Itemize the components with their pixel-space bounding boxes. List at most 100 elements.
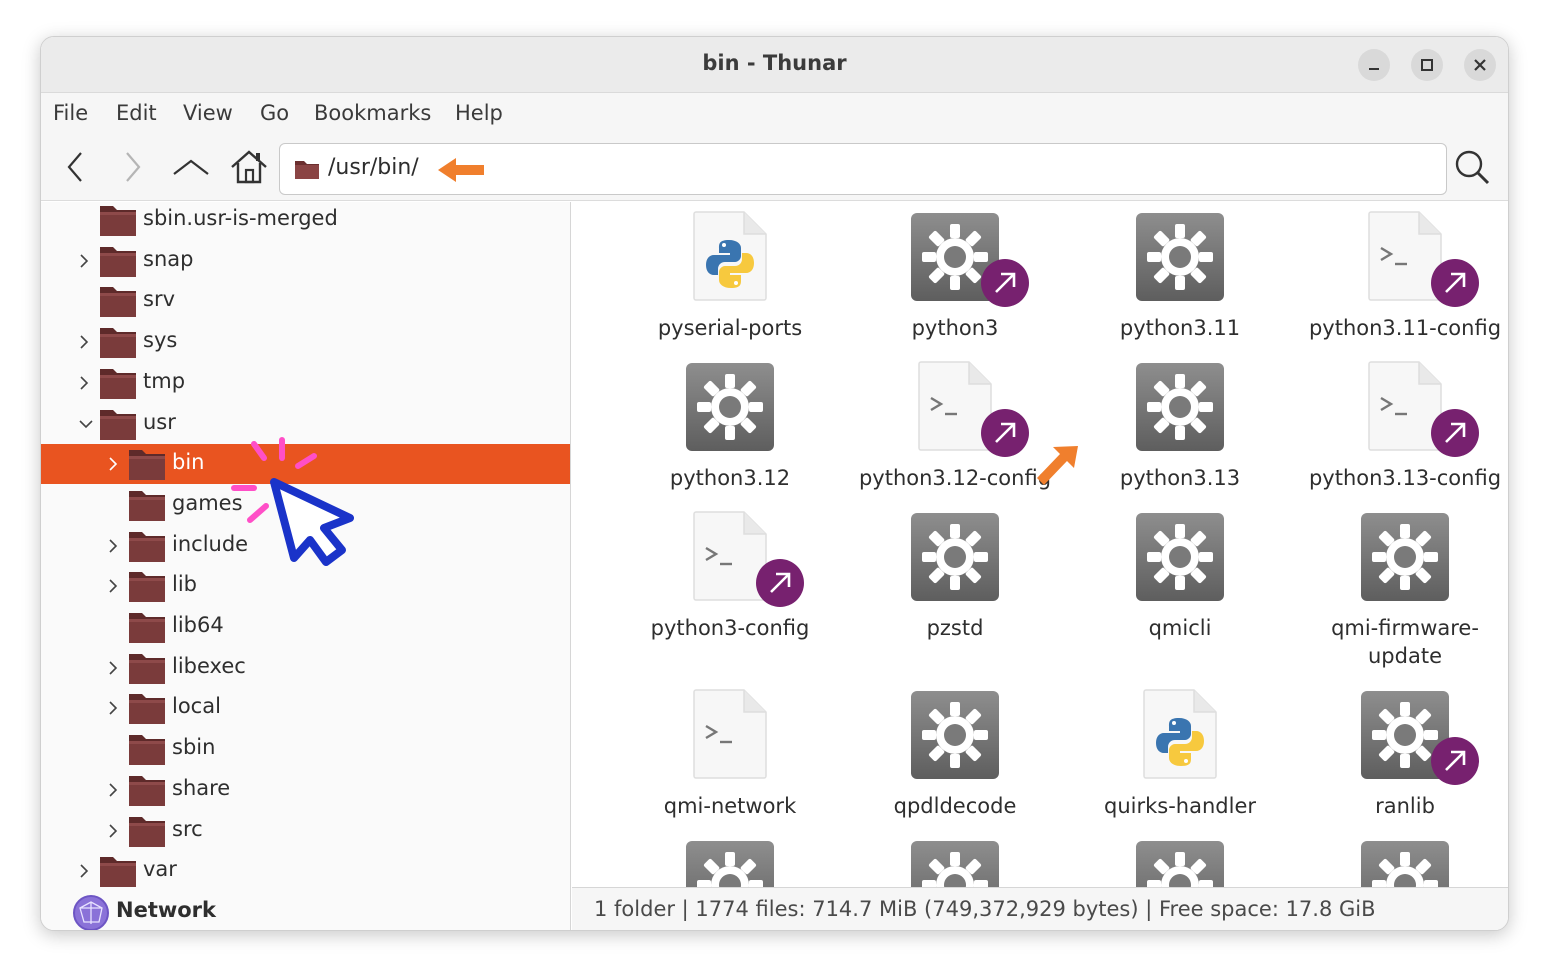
file-name: python3.13-config [1308,466,1502,490]
file-item[interactable]: python3 [843,210,1067,342]
search-icon[interactable] [1452,147,1492,187]
file-item[interactable]: python3.12 [618,360,842,492]
file-item[interactable]: ranlib [1293,688,1508,820]
file-item[interactable]: python3.11 [1068,210,1292,342]
file-item[interactable] [618,838,842,887]
sidebar-item-share[interactable]: share [41,770,570,810]
menu-view[interactable]: View [183,101,233,125]
sidebar-tree[interactable]: sbin.usr-is-merged snap srv sys tmp usr bin gam… [41,202,571,930]
file-item[interactable]: qmicli [1068,510,1292,642]
file-item[interactable]: python3.12-config [843,360,1067,492]
file-name: python3.11-config [1308,316,1502,340]
sidebar-item-lib64[interactable]: lib64 [41,607,570,648]
file-name: pzstd [926,616,984,640]
executable-gear-icon [910,840,1000,887]
file-item[interactable] [1068,838,1292,887]
sidebar-item-sbin.usr-is-merged[interactable]: sbin.usr-is-merged [41,202,570,241]
python-script-icon [692,210,768,306]
file-item[interactable]: pzstd [843,510,1067,642]
terminal-script-icon [692,688,768,784]
folder-icon [128,610,166,648]
file-item[interactable]: qpdldecode [843,688,1067,820]
sidebar-item-local[interactable]: local [41,688,570,728]
menu-file[interactable]: File [53,101,88,125]
folder-icon [99,325,137,363]
file-name: python3.12 [669,466,791,490]
chevron-right-icon[interactable] [106,455,120,473]
menu-bar: File Edit View Go Bookmarks Help [41,93,1508,135]
file-name: python3.13 [1119,466,1241,490]
file-icon-view[interactable]: pyserial-ports python3 python3.11 python3.1… [572,202,1508,887]
sidebar-item-sys[interactable]: sys [41,322,570,363]
symlink-arrow-icon [980,408,1030,462]
executable-gear-icon [910,690,1000,784]
chevron-right-icon[interactable] [77,252,91,270]
symlink-arrow-icon [1430,258,1480,312]
executable-gear-icon [1135,362,1225,456]
forward-icon[interactable] [113,147,153,187]
chevron-right-icon[interactable] [106,659,120,677]
sidebar-item-snap[interactable]: snap [41,241,570,282]
executable-gear-icon [1360,512,1450,606]
chevron-right-icon[interactable] [106,699,120,717]
file-name: python3 [911,316,999,340]
file-name: ranlib [1375,794,1435,818]
chevron-right-icon[interactable] [106,537,120,555]
sidebar-item-label: sys [143,328,178,353]
file-item[interactable]: python3-config [618,510,842,642]
menu-edit[interactable]: Edit [116,101,157,125]
sidebar-item-bin[interactable]: bin [41,444,570,485]
chevron-right-icon[interactable] [77,333,91,351]
chevron-right-icon[interactable] [106,822,120,840]
sidebar-item-sbin[interactable]: sbin [41,729,570,769]
sidebar-item-var[interactable]: var [41,851,570,891]
sidebar-item-srv[interactable]: srv [41,281,570,321]
location-bar[interactable]: /usr/bin/ [279,143,1447,195]
location-path[interactable]: /usr/bin/ [328,155,419,180]
executable-gear-icon [1135,512,1225,606]
file-item[interactable]: pyserial-ports [618,210,842,342]
sidebar-item-label: libexec [172,653,246,678]
sidebar-item-network[interactable]: Network [41,892,570,930]
chevron-right-icon[interactable] [106,577,120,595]
folder-icon [128,488,166,526]
chevron-right-icon[interactable] [106,781,120,799]
sidebar-item-tmp[interactable]: tmp [41,363,570,403]
close-button[interactable] [1464,49,1496,81]
file-item[interactable] [1293,838,1508,887]
title-bar[interactable]: bin - Thunar [41,37,1508,93]
minimize-button[interactable] [1358,49,1390,81]
file-item[interactable]: qmi-firmware-update [1293,510,1508,670]
file-name: python3-config [650,616,810,640]
file-item[interactable]: python3.13-config [1293,360,1508,492]
up-icon[interactable] [171,147,211,187]
sidebar-item-src[interactable]: src [41,811,570,851]
folder-icon [99,203,137,241]
menu-bookmarks[interactable]: Bookmarks [314,101,431,125]
sidebar-item-include[interactable]: include [41,526,570,566]
chevron-right-icon[interactable] [77,374,91,392]
folder-icon [128,651,166,689]
file-item[interactable]: quirks-handler [1068,688,1292,820]
sidebar-item-libexec[interactable]: libexec [41,648,570,689]
folder-icon [99,244,137,282]
sidebar-item-usr[interactable]: usr [41,404,570,444]
sidebar-item-games[interactable]: games [41,485,570,526]
menu-go[interactable]: Go [260,101,289,125]
sidebar-item-label: share [172,775,231,800]
sidebar-item-label: var [143,857,177,882]
back-icon[interactable] [55,147,95,187]
home-icon[interactable] [229,147,269,187]
close-icon [1474,59,1486,71]
file-name: qmi-firmware-update [1331,616,1479,668]
chevron-right-icon[interactable] [77,862,91,880]
menu-help[interactable]: Help [455,101,503,125]
chevron-down-icon[interactable] [77,415,93,433]
sidebar-item-lib[interactable]: lib [41,566,570,606]
maximize-icon [1421,59,1433,71]
file-item[interactable] [843,838,1067,887]
file-item[interactable]: python3.13 [1068,360,1292,492]
file-item[interactable]: python3.11-config [1293,210,1508,342]
maximize-button[interactable] [1411,49,1443,81]
file-item[interactable]: qmi-network [618,688,842,820]
